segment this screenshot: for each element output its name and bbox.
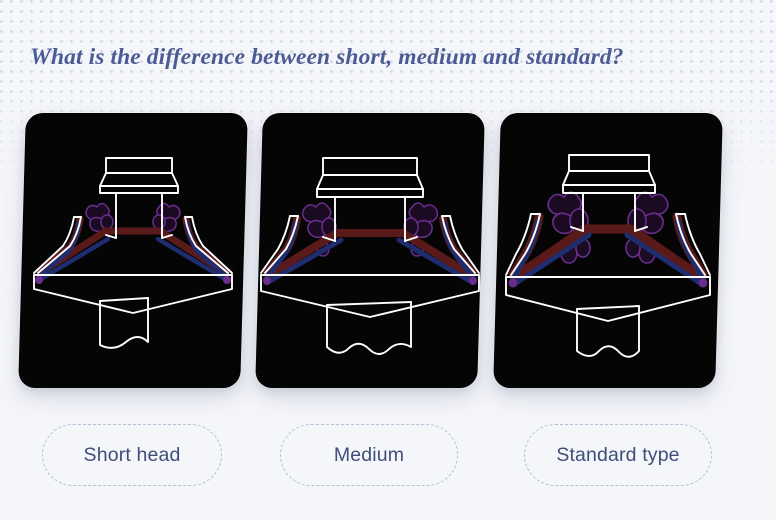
option-medium[interactable]: Medium xyxy=(280,424,458,486)
card-slot-medium xyxy=(255,113,485,388)
card-slot-short-head xyxy=(18,113,248,388)
illustration-medium-icon xyxy=(259,113,481,388)
illustration-card-short-head[interactable] xyxy=(18,113,248,388)
comparison-card-row xyxy=(0,113,776,388)
option-button-row: Short head Medium Standard type xyxy=(0,424,776,488)
page-title: What is the difference between short, me… xyxy=(30,44,624,70)
illustration-card-medium[interactable] xyxy=(255,113,485,388)
illustration-short-head-icon xyxy=(22,113,244,388)
option-short-head[interactable]: Short head xyxy=(42,424,222,486)
illustration-card-standard-type[interactable] xyxy=(493,113,723,388)
option-standard-type[interactable]: Standard type xyxy=(524,424,712,486)
card-slot-standard-type xyxy=(493,113,723,388)
illustration-standard-type-icon xyxy=(497,113,719,388)
